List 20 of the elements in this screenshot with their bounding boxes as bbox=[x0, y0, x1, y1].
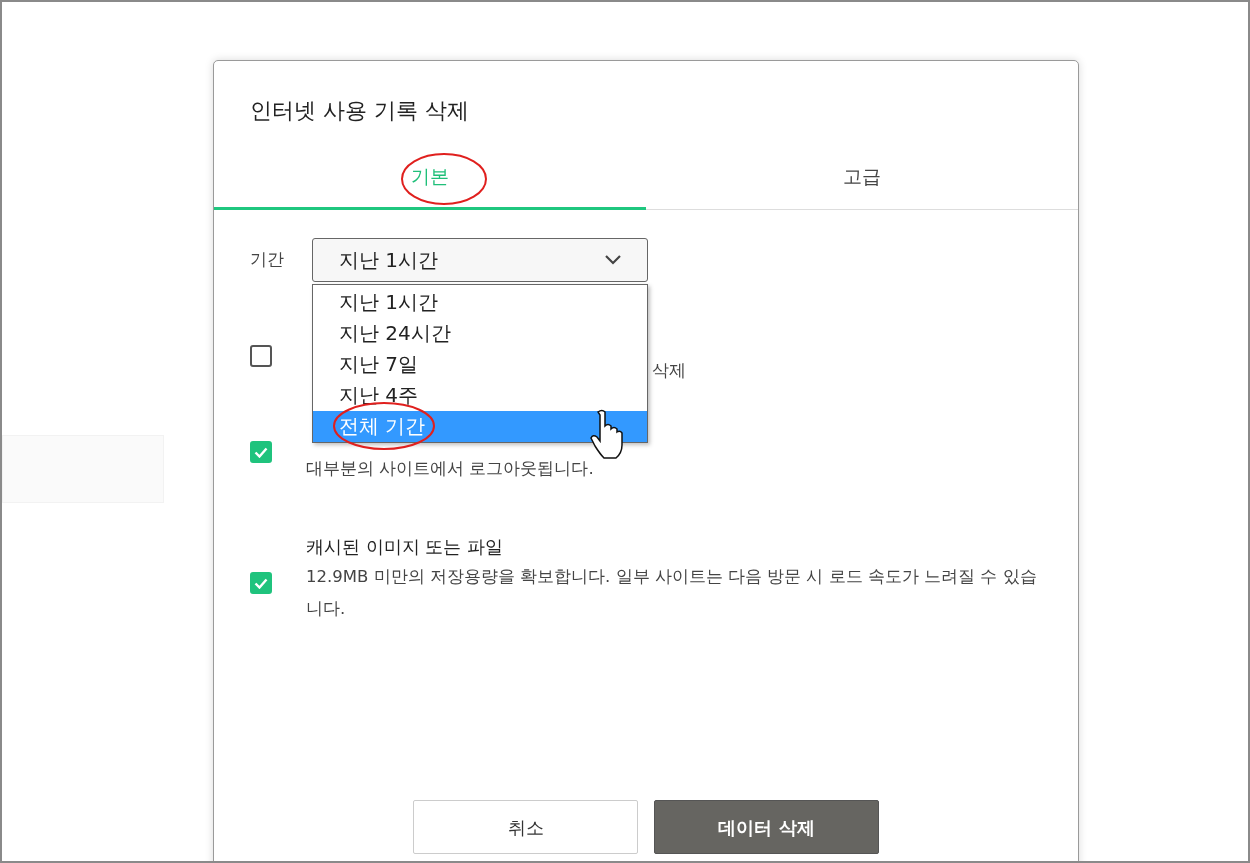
dropdown-option[interactable]: 지난 24시간 bbox=[313, 318, 647, 349]
option-description: 대부분의 사이트에서 로그아웃됩니다. bbox=[306, 458, 594, 480]
checkbox[interactable] bbox=[250, 572, 272, 594]
delete-button[interactable]: 데이터 삭제 bbox=[654, 800, 879, 854]
period-select[interactable]: 지난 1시간 bbox=[312, 238, 648, 282]
checkbox[interactable] bbox=[250, 345, 272, 367]
dialog-title: 인터넷 사용 기록 삭제 bbox=[249, 97, 470, 125]
dropdown-option[interactable]: 지난 4주 bbox=[313, 380, 647, 411]
period-label: 기간 bbox=[250, 248, 285, 272]
dropdown-option[interactable]: 지난 1시간 bbox=[313, 287, 647, 318]
option-title: 캐시된 이미지 또는 파일 bbox=[306, 535, 505, 559]
check-icon bbox=[254, 577, 268, 589]
dropdown-option[interactable]: 지난 7일 bbox=[313, 349, 647, 380]
option-description: 삭제 bbox=[652, 360, 686, 382]
chevron-down-icon bbox=[605, 255, 621, 265]
cancel-button[interactable]: 취소 bbox=[413, 800, 638, 854]
checkbox[interactable] bbox=[250, 441, 272, 463]
tab[interactable]: 고급 bbox=[646, 146, 1078, 210]
check-icon bbox=[254, 446, 268, 458]
option-description: 12.9MB 미만의 저장용량을 확보합니다. 일부 사이트는 다음 방문 시 로드 속도가 느려질 수 있습니다. bbox=[306, 566, 1038, 620]
